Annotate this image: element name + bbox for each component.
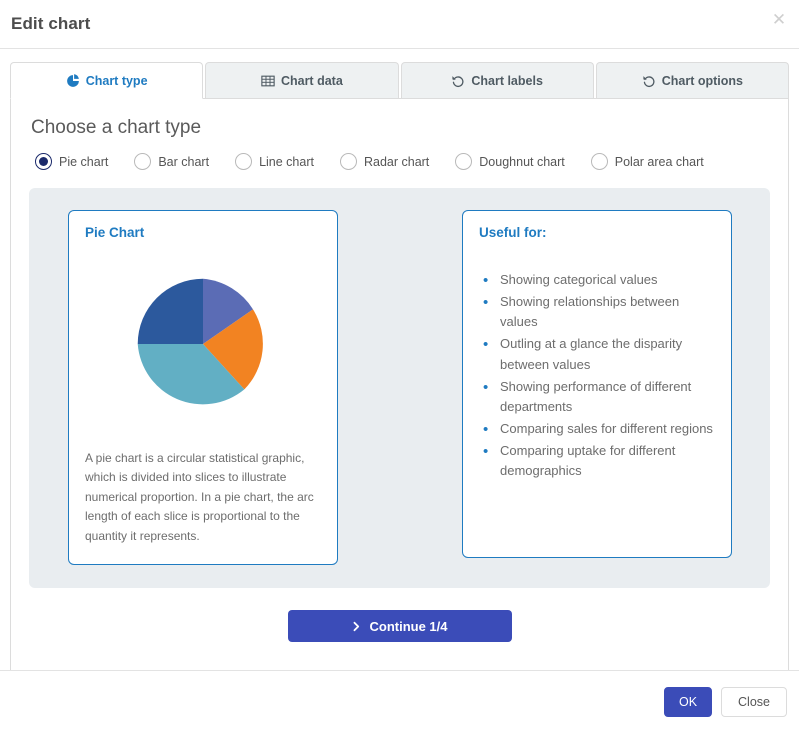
tab-label: Chart data [280,73,343,88]
list-item: Showing categorical values [479,269,715,292]
radio-label: Radar chart [363,154,430,169]
radio-label: Line chart [259,154,314,169]
card-title: Pie Chart [85,225,145,240]
ok-button[interactable]: OK [663,687,713,717]
tab-strip: Chart type Chart data Chart labels Chart… [10,62,789,99]
pie-chart-icon [66,73,80,88]
radio-label: Doughnut chart [479,154,565,169]
radio-option-polar-area-chart[interactable]: Polar area chart [590,153,704,170]
card-title: Useful for: [479,225,547,240]
radio-indicator[interactable] [134,153,152,170]
continue-row: Continue 1/4 [29,610,770,642]
radio-label: Polar area chart [614,154,704,169]
page-title: Edit chart [11,14,91,33]
list-item: Comparing sales for different regions [479,418,715,441]
dialog-footer: OK Close [0,670,799,733]
radio-option-radar-chart[interactable]: Radar chart [339,153,430,170]
radio-indicator[interactable] [35,153,52,170]
list-item: Showing relationships between values [479,291,715,332]
table-grid-icon [261,74,275,88]
close-icon[interactable]: ✕ [768,9,790,31]
chevron-right-icon [351,621,362,632]
chart-type-radio-group: Pie chart Bar chart Line chart Radar cha… [35,153,770,170]
radio-option-line-chart[interactable]: Line chart [235,153,314,170]
radio-indicator[interactable] [235,153,253,170]
tab-chart-type[interactable]: Chart type [10,62,204,99]
history-undo-icon [642,74,656,88]
continue-label: Continue 1/4 [369,618,448,634]
radio-indicator[interactable] [455,153,473,170]
pie-slice-4 [137,279,203,345]
tab-chart-data[interactable]: Chart data [205,62,399,98]
radio-indicator[interactable] [339,153,357,170]
chart-description: A pie chart is a circular statistical gr… [85,450,314,543]
useful-for-card: Useful for: Showing categorical values S… [462,210,732,558]
radio-indicator[interactable] [590,153,608,170]
section-heading: Choose a chart type [31,117,202,138]
useful-for-list: Showing categorical values Showing relat… [479,269,715,481]
list-item: Outling at a glance the disparity betwee… [479,333,715,374]
continue-button[interactable]: Continue 1/4 [287,610,512,642]
radio-label: Pie chart [59,154,109,169]
pie-chart-graphic [137,279,263,405]
pie-chart-preview [85,246,321,449]
tab-chart-options[interactable]: Chart options [595,62,789,98]
dialog-header: Edit chart ✕ [0,0,799,49]
close-button[interactable]: Close [721,687,787,717]
radio-label: Bar chart [158,154,210,169]
chart-preview-card: Pie Chart A pie chart is a circular stat… [68,210,338,565]
tab-chart-labels[interactable]: Chart labels [400,62,594,98]
radio-option-pie-chart[interactable]: Pie chart [35,153,108,170]
tab-label: Chart labels [471,73,543,88]
chart-preview-panel: Pie Chart A pie chart is a circular stat… [29,188,770,588]
history-undo-icon [451,74,465,88]
radio-option-bar-chart[interactable]: Bar chart [134,153,209,170]
tab-label: Chart type [85,73,148,88]
list-item: Showing performance of different departm… [479,376,715,417]
list-item: Comparing uptake for different demograph… [479,440,715,481]
radio-option-doughnut-chart[interactable]: Doughnut chart [455,153,565,170]
tabs-container: Chart type Chart data Chart labels Chart… [0,49,799,683]
tab-label: Chart options [661,73,743,88]
chart-type-panel: Choose a chart type Pie chart Bar chart … [10,99,789,683]
